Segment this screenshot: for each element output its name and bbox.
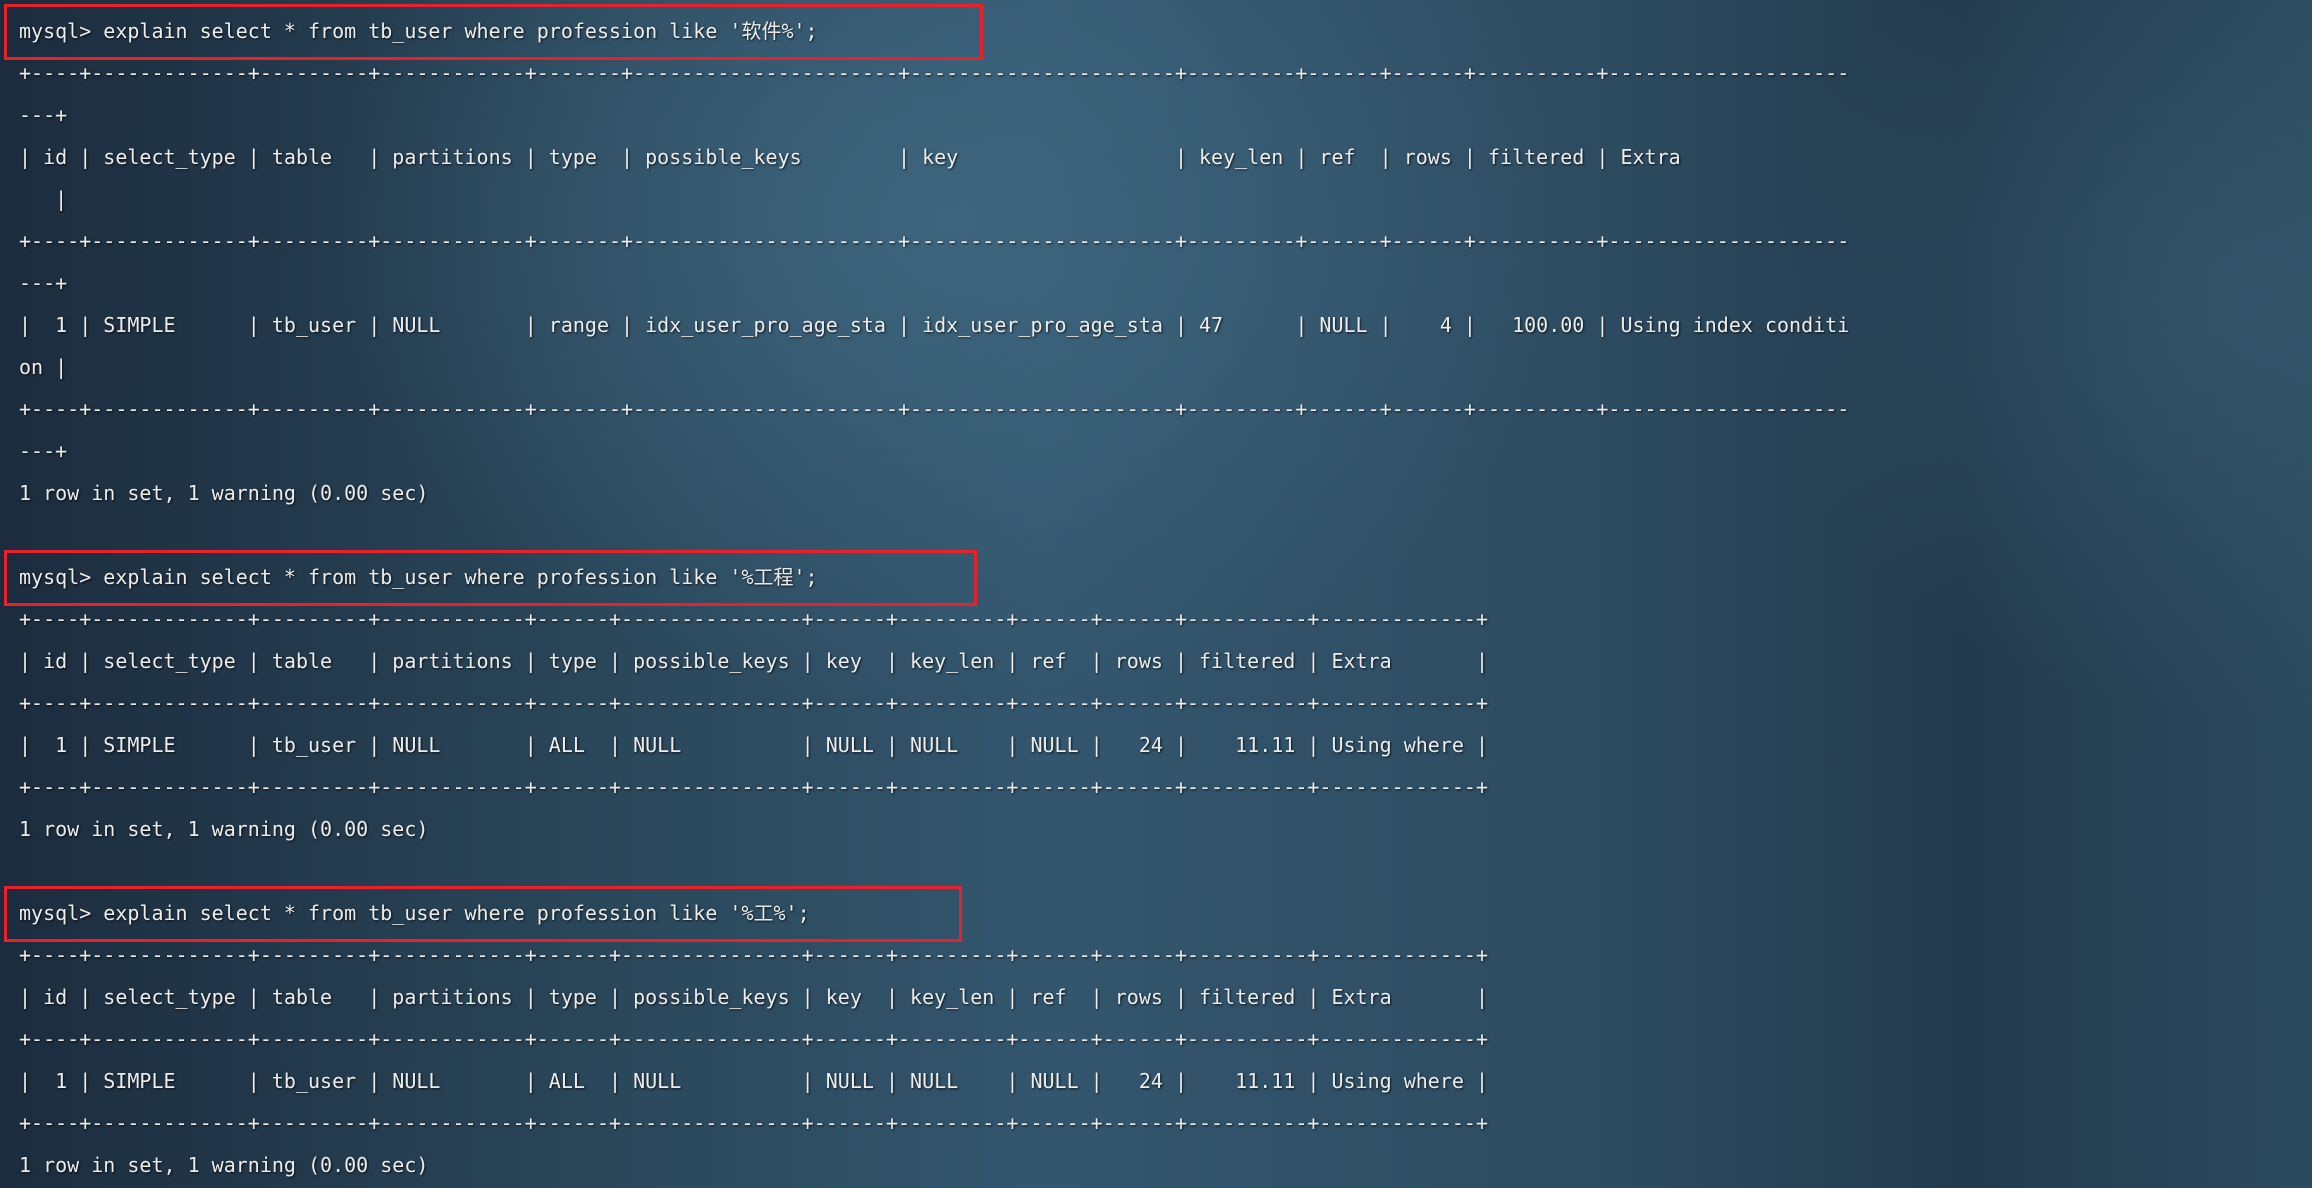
query-prompt-line: mysql> explain select * from tb_user whe… <box>4 4 1849 60</box>
result-table-line: | id | select_type | table | partitions … <box>19 145 1681 169</box>
terminal-output[interactable]: mysql> explain select * from tb_user whe… <box>4 4 1850 1186</box>
result-status-line: 1 row in set, 1 warning (0.00 sec) <box>19 1153 429 1177</box>
result-table-line: +----+-------------+---------+----------… <box>19 943 1489 967</box>
result-table-line: ---+ <box>19 103 68 127</box>
result-status-line: 1 row in set, 1 warning (0.00 sec) <box>19 817 429 841</box>
result-table-line: +----+-------------+---------+----------… <box>19 1027 1489 1051</box>
result-table-line: on | <box>19 355 68 379</box>
result-table-line: | 1 | SIMPLE | tb_user | NULL | range | … <box>19 313 1850 337</box>
result-table-line: ---+ <box>19 439 68 463</box>
result-table-line: +----+-------------+---------+----------… <box>19 61 1850 85</box>
result-table-line: | 1 | SIMPLE | tb_user | NULL | ALL | NU… <box>19 733 1489 757</box>
result-table-line: +----+-------------+---------+----------… <box>19 607 1489 631</box>
result-table-line: +----+-------------+---------+----------… <box>19 1111 1489 1135</box>
query-prompt-line: mysql> explain select * from tb_user whe… <box>4 886 1849 942</box>
result-table-line: +----+-------------+---------+----------… <box>19 397 1850 421</box>
result-table-line: | 1 | SIMPLE | tb_user | NULL | ALL | NU… <box>19 1069 1489 1093</box>
result-table-line: | <box>19 187 68 211</box>
result-table-line: +----+-------------+---------+----------… <box>19 691 1489 715</box>
result-table-line: ---+ <box>19 271 68 295</box>
result-table-line: | id | select_type | table | partitions … <box>19 985 1489 1009</box>
query-prompt-line: mysql> explain select * from tb_user whe… <box>4 550 1849 606</box>
result-status-line: 1 row in set, 1 warning (0.00 sec) <box>19 481 429 505</box>
result-table-line: +----+-------------+---------+----------… <box>19 775 1489 799</box>
result-table-line: +----+-------------+---------+----------… <box>19 229 1850 253</box>
result-table-line: | id | select_type | table | partitions … <box>19 649 1489 673</box>
